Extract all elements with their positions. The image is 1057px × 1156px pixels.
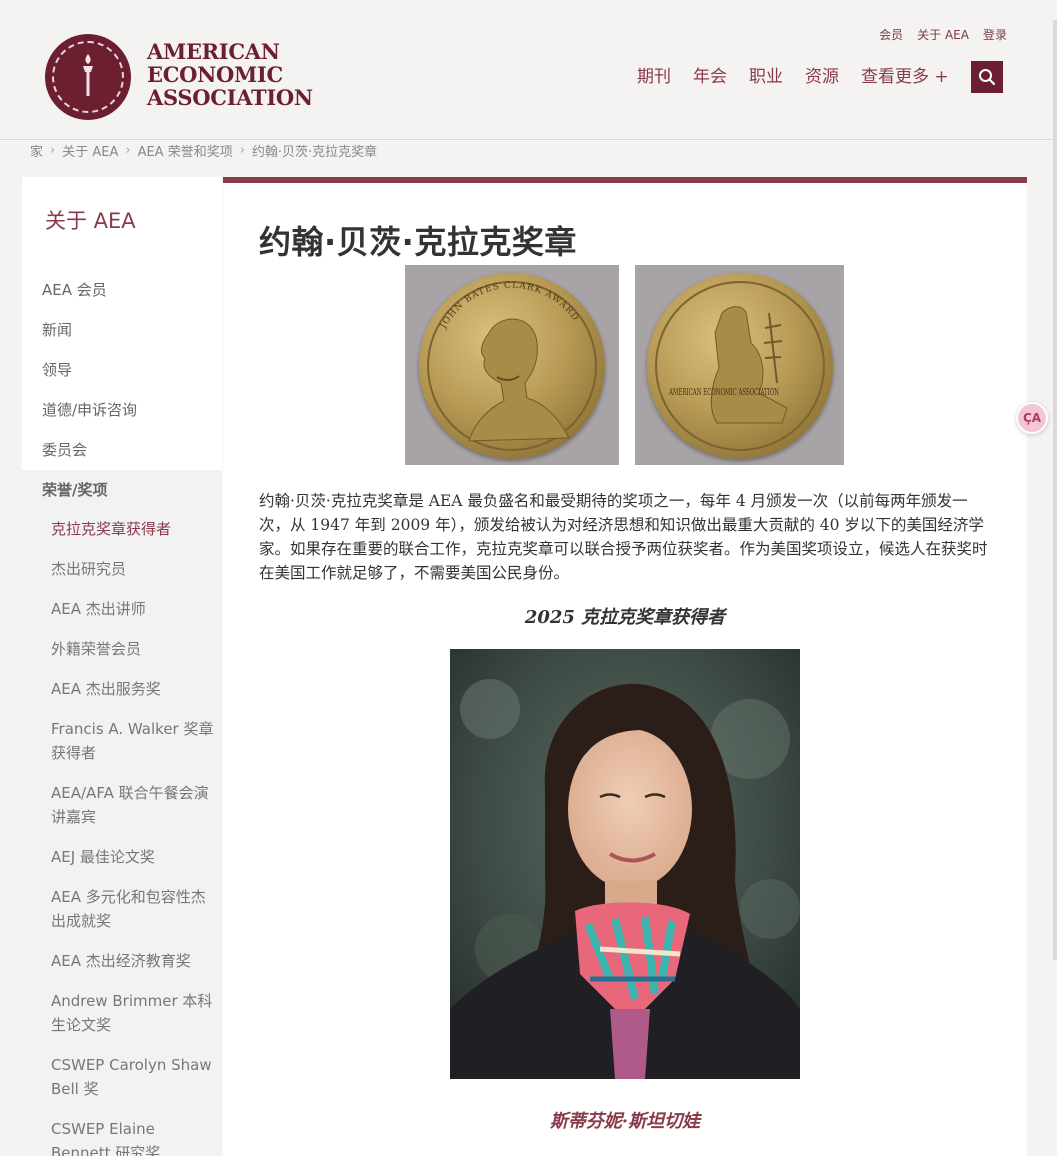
medal-back-inscription: AMERICAN ECONOMIC ASSOCIATION bbox=[668, 388, 779, 398]
breadcrumb-separator-icon: › bbox=[239, 142, 245, 158]
sidebar-item-leadership[interactable]: 领导 bbox=[42, 359, 72, 380]
sidebar-item-committees[interactable]: 委员会 bbox=[42, 439, 87, 460]
nav-journals[interactable]: 期刊 bbox=[637, 62, 671, 87]
breadcrumb-separator-icon: › bbox=[125, 142, 131, 158]
sidebar-sub-clark-medalists[interactable]: 克拉克奖章获得者 bbox=[51, 517, 217, 541]
search-button[interactable] bbox=[971, 61, 1003, 93]
util-link-membership[interactable]: 会员 bbox=[879, 26, 903, 43]
sidebar-sub-diversity-award[interactable]: AEA 多元化和包容性杰出成就奖 bbox=[51, 885, 217, 933]
sidebar-sub-distinguished-lecturers[interactable]: AEA 杰出讲师 bbox=[51, 597, 217, 621]
aea-wordmark[interactable]: AMERICAN ECONOMIC ASSOCIATION bbox=[147, 40, 313, 109]
breadcrumb-home[interactable]: 家 bbox=[30, 141, 43, 160]
sidebar-top-panel: 关于 AEA AEA 会员 新闻 领导 道德/申诉咨询 委员会 bbox=[22, 177, 222, 470]
sidebar-sub-education-award[interactable]: AEA 杰出经济教育奖 bbox=[51, 949, 217, 973]
wordmark-line-3: ASSOCIATION bbox=[147, 85, 313, 110]
sidebar-sub-bennett-prize[interactable]: CSWEP Elaine Bennett 研究奖 bbox=[51, 1117, 217, 1156]
site-header: AMERICAN ECONOMIC ASSOCIATION 会员 关于 AEA … bbox=[0, 0, 1057, 140]
util-link-login[interactable]: 登录 bbox=[983, 26, 1007, 43]
sidebar-item-ethics[interactable]: 道德/申诉咨询 bbox=[42, 399, 137, 420]
medal-back-image: AMERICAN ECONOMIC ASSOCIATION bbox=[635, 265, 844, 465]
utility-nav: 会员 关于 AEA 登录 bbox=[879, 26, 1007, 43]
window-scrollbar[interactable] bbox=[1053, 20, 1057, 960]
sidebar: 关于 AEA AEA 会员 新闻 领导 道德/申诉咨询 委员会 荣誉/奖项 克拉… bbox=[22, 177, 222, 1156]
nav-annual-meeting[interactable]: 年会 bbox=[693, 62, 727, 87]
wordmark-line-1: AMERICAN bbox=[147, 39, 280, 64]
translate-extension-button[interactable]: ÇA bbox=[1016, 402, 1048, 434]
breadcrumb: 家 › 关于 AEA › AEA 荣誉和奖项 › 约翰·贝茨·克拉克奖章 bbox=[30, 141, 378, 160]
medal-front-inscription: JOHN BATES CLARK AWARD bbox=[438, 281, 580, 332]
nav-resources[interactable]: 资源 bbox=[805, 62, 839, 87]
sidebar-sub-walker-medal[interactable]: Francis A. Walker 奖章获得者 bbox=[51, 717, 217, 765]
winner-portrait bbox=[450, 649, 800, 1079]
wordmark-line-2: ECONOMIC bbox=[147, 62, 283, 87]
util-link-about[interactable]: 关于 AEA bbox=[917, 26, 969, 43]
nav-careers[interactable]: 职业 bbox=[749, 62, 783, 87]
main-content: 约翰·贝茨·克拉克奖章 JOHN BATES CLARK AWARD AMERI… bbox=[223, 177, 1027, 1156]
winner-heading: 2025 克拉克奖章获得者 bbox=[524, 607, 726, 628]
sidebar-title[interactable]: 关于 AEA bbox=[45, 205, 136, 235]
sidebar-item-membership[interactable]: AEA 会员 bbox=[42, 279, 107, 300]
winner-name[interactable]: 斯蒂芬妮·斯坦切娃 bbox=[223, 1107, 1027, 1133]
medal-front-image: JOHN BATES CLARK AWARD bbox=[405, 265, 619, 465]
winner-photo bbox=[450, 649, 800, 1079]
search-icon bbox=[979, 69, 996, 86]
sidebar-section-honors[interactable]: 荣誉/奖项 bbox=[42, 479, 107, 500]
award-description: 约翰·贝茨·克拉克奖章是 AEA 最负盛名和最受期待的奖项之一，每年 4 月颁发… bbox=[259, 492, 988, 582]
sidebar-sub-foreign-honorary-members[interactable]: 外籍荣誉会员 bbox=[51, 637, 217, 661]
nav-see-more[interactable]: 查看更多 + bbox=[861, 62, 949, 87]
medal-front-text: JOHN BATES CLARK AWARD bbox=[438, 281, 580, 332]
torch-icon bbox=[83, 54, 93, 96]
breadcrumb-about[interactable]: 关于 AEA bbox=[62, 141, 118, 160]
sidebar-sub-bell-award[interactable]: CSWEP Carolyn Shaw Bell 奖 bbox=[51, 1053, 217, 1101]
sidebar-sub-brimmer-prize[interactable]: Andrew Brimmer 本科生论文奖 bbox=[51, 989, 217, 1037]
sidebar-sub-distinguished-fellows[interactable]: 杰出研究员 bbox=[51, 557, 217, 581]
medal-back-text: AMERICAN ECONOMIC ASSOCIATION bbox=[668, 388, 779, 398]
sidebar-sub-aej-best-paper[interactable]: AEJ 最佳论文奖 bbox=[51, 845, 217, 869]
main-nav: 期刊 年会 职业 资源 查看更多 + bbox=[637, 62, 971, 87]
breadcrumb-honors[interactable]: AEA 荣誉和奖项 bbox=[138, 141, 233, 160]
sidebar-item-news[interactable]: 新闻 bbox=[42, 319, 72, 340]
aea-seal-logo[interactable] bbox=[45, 34, 131, 120]
sidebar-sub-distinguished-service[interactable]: AEA 杰出服务奖 bbox=[51, 677, 217, 701]
sidebar-sub-luncheon-speakers[interactable]: AEA/AFA 联合午餐会演讲嘉宾 bbox=[51, 781, 217, 829]
breadcrumb-separator-icon: › bbox=[50, 142, 56, 158]
breadcrumb-current: 约翰·贝茨·克拉克奖章 bbox=[251, 144, 378, 160]
page-title: 约翰·贝茨·克拉克奖章 bbox=[259, 223, 577, 261]
